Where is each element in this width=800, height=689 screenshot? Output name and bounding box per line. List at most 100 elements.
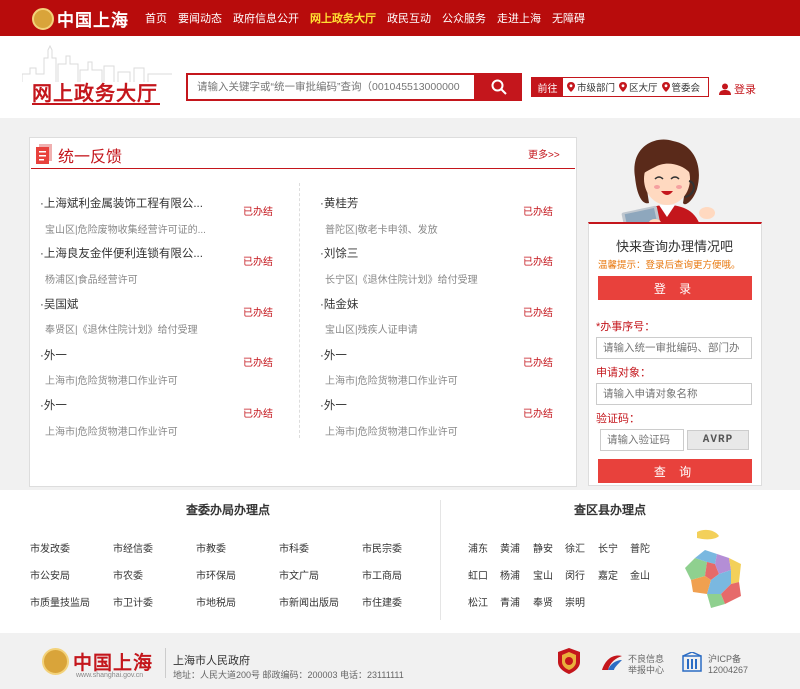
feedback-item-service: 奉贤区|《退休住院计划》给付受理 xyxy=(45,325,198,336)
feedback-item-name[interactable]: ·外一 xyxy=(40,397,67,413)
district-link[interactable]: 浦东 xyxy=(468,540,488,555)
footer-url: www.shanghai.gov.cn xyxy=(76,672,144,679)
main-nav: 首页 要闻动态 政府信息公开 网上政务大厅 政民互动 公众服务 走进上海 无障碍 xyxy=(145,10,596,26)
serial-number-input[interactable] xyxy=(596,337,752,359)
customer-service-illustration xyxy=(621,139,715,229)
search-input[interactable] xyxy=(188,75,474,99)
goto-link-city[interactable]: 市级部门 xyxy=(567,80,615,94)
district-link[interactable]: 闵行 xyxy=(565,567,585,582)
feedback-item-name[interactable]: ·上海斌利金属装饰工程有限公... xyxy=(40,195,203,211)
feedback-item-name[interactable]: ·外一 xyxy=(40,347,67,363)
department-link[interactable]: 市住建委 xyxy=(362,594,402,609)
page-title: 网上政务大厅 xyxy=(32,83,158,105)
icp-building-icon[interactable] xyxy=(682,652,702,672)
login-hint: 温馨提示：登录后查询更方便哦。 xyxy=(598,260,741,271)
report-center-text[interactable]: 不良信息 举报中心 xyxy=(628,654,664,676)
shanghai-map-icon[interactable] xyxy=(675,528,765,618)
department-link[interactable]: 市卫计委 xyxy=(113,594,153,609)
department-link[interactable]: 市新闻出版局 xyxy=(279,594,339,609)
district-link[interactable]: 静安 xyxy=(533,540,553,555)
applicant-input[interactable] xyxy=(596,383,752,405)
captcha-image[interactable]: AVRP xyxy=(687,430,749,450)
feedback-item-name[interactable]: ·陆金妹 xyxy=(320,296,358,312)
footer-logo[interactable]: 中国上海 xyxy=(42,648,153,675)
feedback-item-name[interactable]: ·外一 xyxy=(320,397,347,413)
feedback-item-service: 上海市|危险货物港口作业许可 xyxy=(45,427,178,438)
icp-line1: 沪ICP备 xyxy=(708,654,742,664)
department-link[interactable]: 市科委 xyxy=(279,540,309,555)
site-name: 中国上海 xyxy=(57,11,129,30)
department-link[interactable]: 市文广局 xyxy=(279,567,319,582)
nav-item-accessibility[interactable]: 无障碍 xyxy=(552,10,585,26)
department-link[interactable]: 市经信委 xyxy=(113,540,153,555)
query-button[interactable]: 查 询 xyxy=(598,459,752,483)
more-link[interactable]: 更多>> xyxy=(528,146,560,161)
goto-link-label: 市级部门 xyxy=(577,83,616,94)
district-link[interactable]: 杨浦 xyxy=(500,567,520,582)
district-link[interactable]: 黄浦 xyxy=(500,540,520,555)
nav-item-online-hall[interactable]: 网上政务大厅 xyxy=(310,10,376,26)
feedback-item-name[interactable]: ·吴国斌 xyxy=(40,296,78,312)
nav-item-about-shanghai[interactable]: 走进上海 xyxy=(497,10,541,26)
district-link[interactable]: 宝山 xyxy=(533,567,553,582)
nav-item-news[interactable]: 要闻动态 xyxy=(178,10,222,26)
goto-link-committee[interactable]: 管委会 xyxy=(661,80,700,94)
feedback-item-name[interactable]: ·黄桂芳 xyxy=(320,195,358,211)
departments-title: 查委办局办理点 xyxy=(186,503,271,517)
district-link[interactable]: 普陀 xyxy=(630,540,650,555)
login-button[interactable]: 登 录 xyxy=(598,276,752,300)
captcha-input[interactable] xyxy=(600,429,684,451)
nav-item-interaction[interactable]: 政民互动 xyxy=(387,10,431,26)
department-link[interactable]: 市工商局 xyxy=(362,567,402,582)
status-badge: 已办结 xyxy=(243,358,273,369)
district-link[interactable]: 嘉定 xyxy=(598,567,618,582)
district-link[interactable]: 青浦 xyxy=(500,594,520,609)
site-logo[interactable]: 中国上海 xyxy=(32,6,129,31)
location-pin-icon xyxy=(619,82,628,92)
icp-text[interactable]: 沪ICP备 12004267 xyxy=(708,654,748,676)
department-link[interactable]: 市环保局 xyxy=(196,567,236,582)
department-link[interactable]: 市农委 xyxy=(113,567,143,582)
goto-link-label: 区大厅 xyxy=(629,83,658,94)
district-link[interactable]: 虹口 xyxy=(468,567,488,582)
feedback-item-service: 上海市|危险货物港口作业许可 xyxy=(45,376,178,387)
district-link[interactable]: 金山 xyxy=(630,567,650,582)
district-link[interactable]: 徐汇 xyxy=(565,540,585,555)
department-link[interactable]: 市民宗委 xyxy=(362,540,402,555)
feedback-item-name[interactable]: ·刘馀三 xyxy=(320,245,358,261)
department-link[interactable]: 市发改委 xyxy=(30,540,70,555)
status-badge: 已办结 xyxy=(243,409,273,420)
district-link[interactable]: 奉贤 xyxy=(533,594,553,609)
district-link[interactable]: 松江 xyxy=(468,594,488,609)
status-badge: 已办结 xyxy=(523,308,553,319)
search-button[interactable] xyxy=(476,73,522,101)
footer-gov-name: 上海市人民政府 xyxy=(173,655,250,667)
status-badge: 已办结 xyxy=(243,207,273,218)
districts-title: 查区县办理点 xyxy=(574,503,647,517)
department-link[interactable]: 市教委 xyxy=(196,540,226,555)
nav-item-gov-info[interactable]: 政府信息公开 xyxy=(233,10,299,26)
department-link[interactable]: 市公安局 xyxy=(30,567,70,582)
police-badge-icon[interactable] xyxy=(558,648,580,674)
status-badge: 已办结 xyxy=(523,207,553,218)
district-link[interactable]: 崇明 xyxy=(565,594,585,609)
search-icon xyxy=(491,79,507,95)
feedback-item-service: 宝山区|危险废物收集经营许可证的... xyxy=(45,225,206,236)
login-link[interactable]: 登录 xyxy=(719,81,756,97)
status-badge: 已办结 xyxy=(523,358,553,369)
goto-label: 前往 xyxy=(532,78,563,96)
feedback-item-name[interactable]: ·上海良友金伴便利连锁有限公... xyxy=(40,245,203,261)
footer-site-name: 中国上海 xyxy=(73,653,154,674)
district-link[interactable]: 长宁 xyxy=(598,540,618,555)
status-badge: 已办结 xyxy=(523,409,553,420)
nav-item-public-service[interactable]: 公众服务 xyxy=(442,10,486,26)
report-center-icon[interactable] xyxy=(600,652,624,672)
login-label: 登录 xyxy=(734,84,756,96)
department-link[interactable]: 市质量技监局 xyxy=(30,594,90,609)
department-link[interactable]: 市地税局 xyxy=(196,594,236,609)
goto-bar: 前往 市级部门 区大厅 管委会 xyxy=(531,77,709,97)
status-badge: 已办结 xyxy=(243,257,273,268)
nav-item-home[interactable]: 首页 xyxy=(145,10,167,26)
goto-link-district[interactable]: 区大厅 xyxy=(619,80,658,94)
feedback-item-name[interactable]: ·外一 xyxy=(320,347,347,363)
